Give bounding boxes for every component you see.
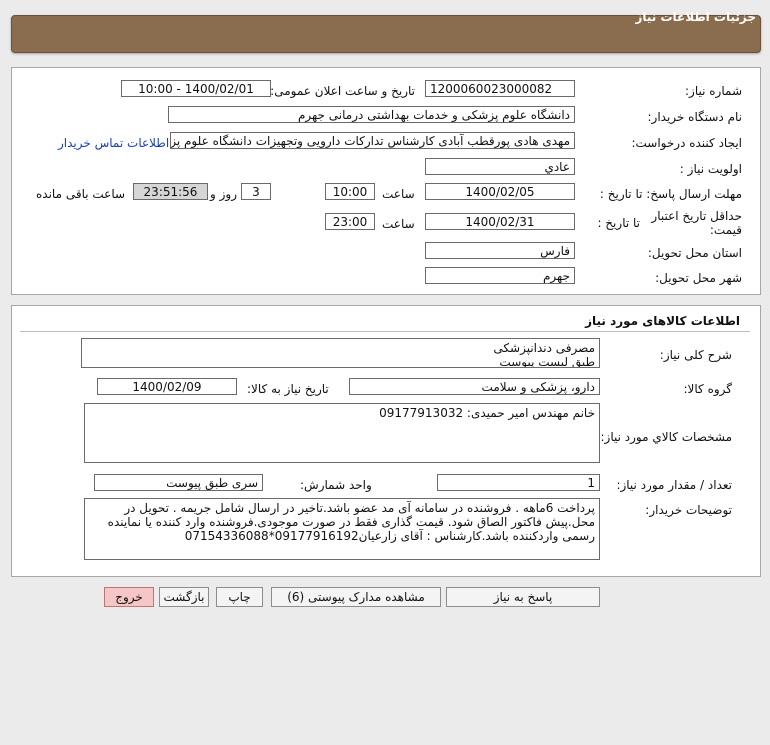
city-label: شهر محل تحویل:: [655, 271, 742, 285]
section-divider: [20, 331, 750, 332]
buyer-notes-label: توضیحات خریدار:: [645, 503, 732, 517]
province-field: فارس: [425, 242, 575, 259]
goods-spec-box: خانم مهندس امیر حمیدی: 09177913032: [84, 403, 600, 463]
need-date-label: تاریخ نیاز به کالا:: [247, 382, 329, 396]
goods-section-title: اطلاعات کالاهای مورد نیاز: [585, 314, 740, 328]
validity-sub-label: تا تاریخ :: [597, 216, 640, 230]
need-description-line1: مصرفی دندانپزشکی: [493, 341, 595, 355]
unit-field: سری طبق پیوست: [94, 474, 263, 491]
validity-time-field: 23:00: [325, 213, 375, 230]
validity-date-field: 1400/02/31: [425, 213, 575, 230]
days-label: روز و: [210, 187, 237, 201]
announce-label: تاریخ و ساعت اعلان عمومی:: [270, 84, 415, 98]
unit-label: واحد شمارش:: [300, 478, 372, 492]
remaining-days-field: 3: [241, 183, 271, 200]
quantity-field: 1: [437, 474, 600, 491]
city-field: جهرم: [425, 267, 575, 284]
need-info-panel: [11, 67, 761, 295]
print-button[interactable]: چاپ: [216, 587, 263, 607]
buyer-field: دانشگاه علوم پزشکی و خدمات بهداشتی درمان…: [168, 106, 575, 123]
quantity-label: تعداد / مقدار مورد نیاز:: [616, 478, 732, 492]
priority-label: اولویت نیاز :: [679, 162, 742, 176]
back-button[interactable]: بازگشت: [159, 587, 209, 607]
deadline-time-field: 10:00: [325, 183, 375, 200]
deadline-time-label: ساعت: [382, 187, 415, 201]
goods-spec-label: مشخصات کالاي مورد نیاز:: [600, 430, 732, 444]
buyer-contact-link[interactable]: اطلاعات تماس خریدار: [58, 136, 169, 150]
priority-field: عادي: [425, 158, 575, 175]
creator-field: مهدی هادی پورقطب آبادی کارشناس تدارکات د…: [170, 132, 575, 149]
exit-button[interactable]: خروج: [104, 587, 154, 607]
need-description-line2: طبق لیست پیوست: [499, 355, 595, 368]
buyer-notes-box: پرداخت 6ماهه . فروشنده در سامانه آی مد ع…: [84, 498, 600, 560]
validity-time-label: ساعت: [382, 217, 415, 231]
need-number-field: 1200060023000082: [425, 80, 575, 97]
validity-label: حداقل تاریخ اعتبار قیمت:: [651, 209, 742, 237]
creator-label: ایجاد کننده درخواست:: [631, 136, 742, 150]
need-description-label: شرح کلی نیاز:: [659, 348, 732, 362]
page-title: جزئیات اطلاعات نیاز: [635, 10, 756, 24]
announce-field: 1400/02/01 - 10:00: [121, 80, 271, 97]
goods-group-label: گروه کالا:: [683, 382, 733, 396]
view-documents-button[interactable]: مشاهده مدارک پیوستی (6): [271, 587, 441, 607]
deadline-label: مهلت ارسال پاسخ: تا تاریخ :: [599, 187, 742, 201]
need-description-box: مصرفی دندانپزشکی طبق لیست پیوست: [81, 338, 600, 368]
deadline-date-field: 1400/02/05: [425, 183, 575, 200]
need-date-field: 1400/02/09: [97, 378, 237, 395]
province-label: استان محل تحویل:: [647, 246, 742, 260]
reply-button[interactable]: پاسخ به نیاز: [446, 587, 600, 607]
buyer-label: نام دستگاه خریدار:: [647, 110, 743, 124]
remaining-label: ساعت باقی مانده: [36, 187, 126, 201]
goods-group-field: دارو، پزشکی و سلامت: [349, 378, 600, 395]
need-number-label: شماره نیاز:: [685, 84, 742, 98]
remaining-time-field: 23:51:56: [133, 183, 208, 200]
